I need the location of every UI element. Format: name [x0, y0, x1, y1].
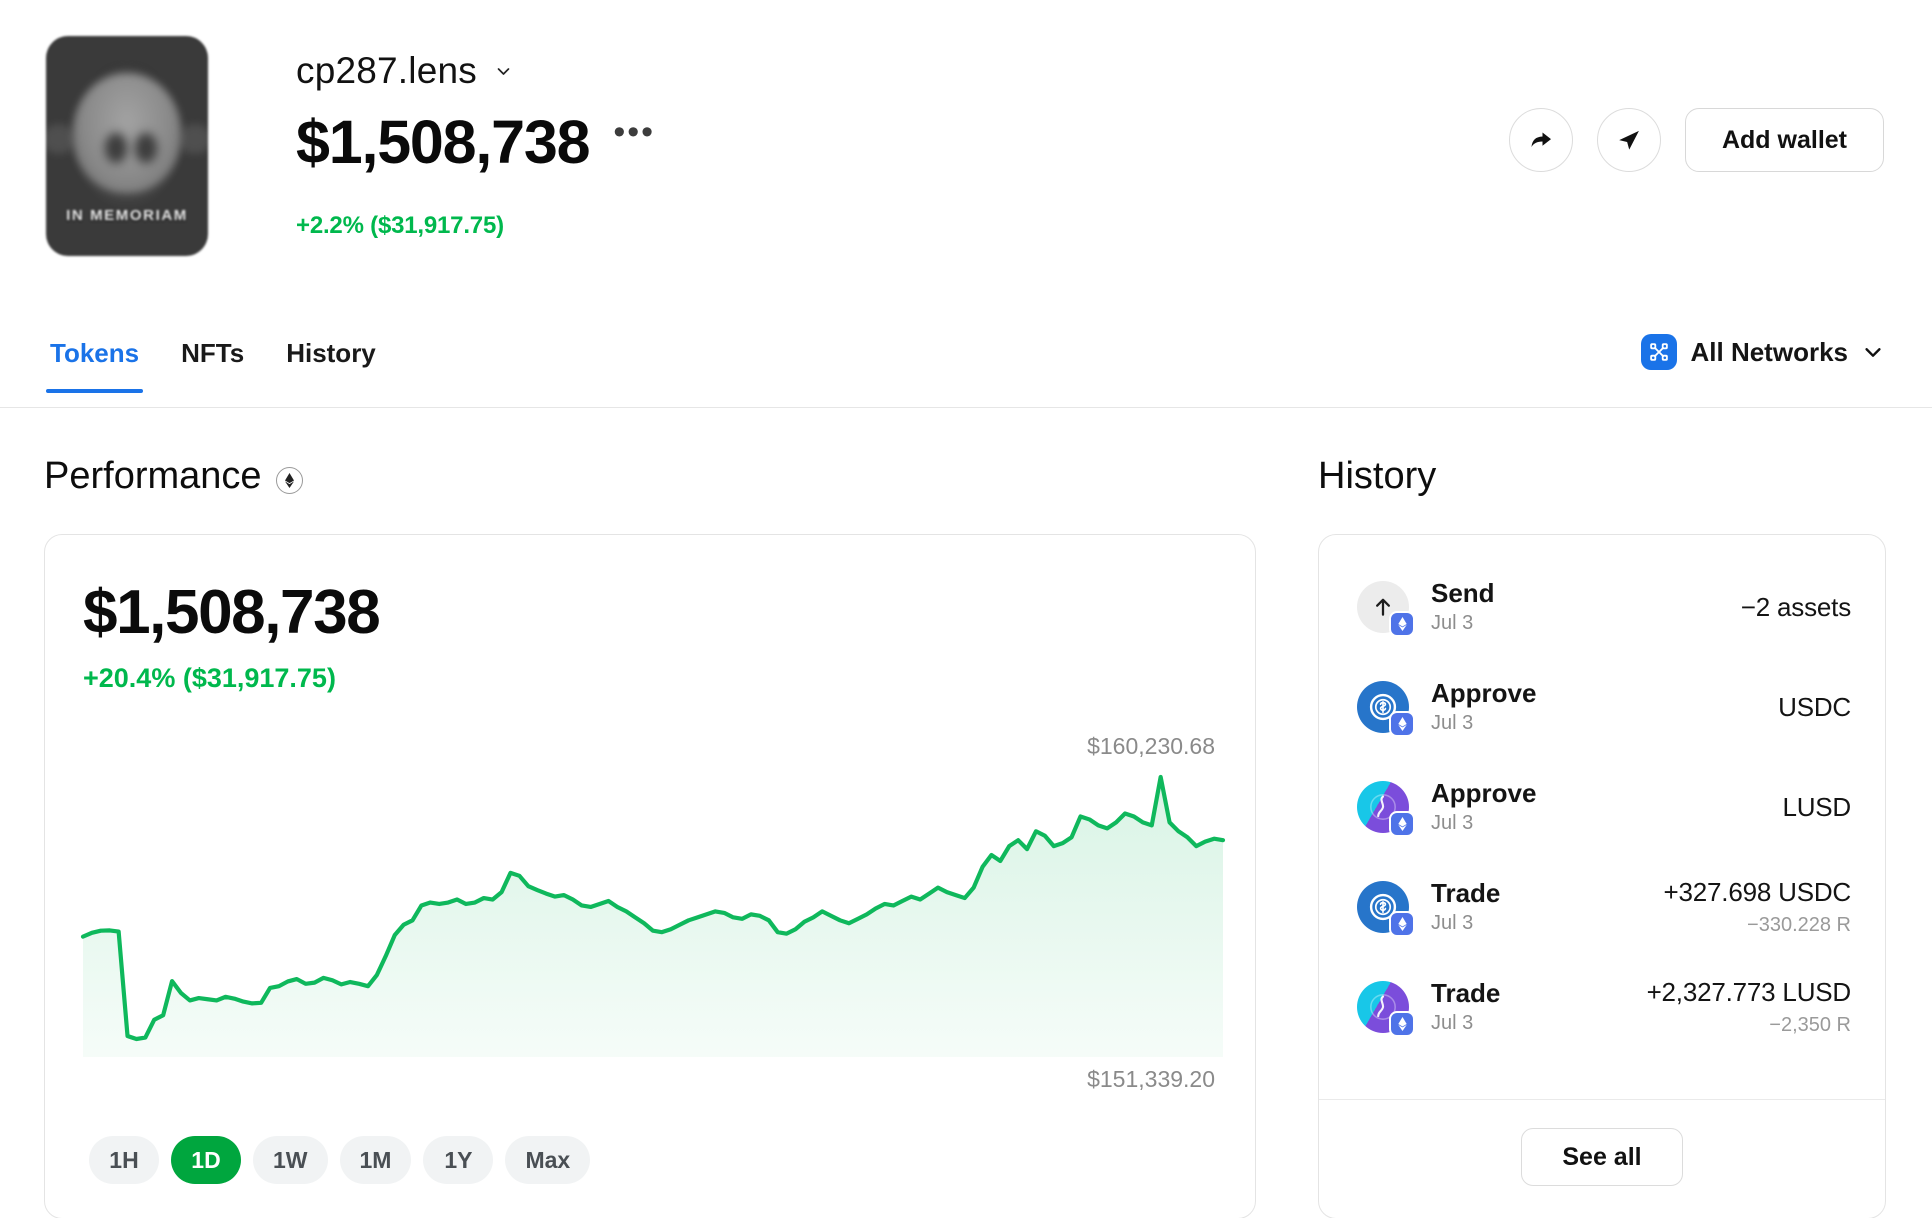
history-amount-main: +327.698 USDC: [1664, 877, 1851, 908]
ethereum-badge-icon: [1389, 1011, 1415, 1037]
history-amount-main: +2,327.773 LUSD: [1647, 977, 1851, 1008]
avatar-ear-left: [46, 124, 76, 154]
history-title-label: History: [1318, 455, 1436, 498]
history-row-trade-usdc[interactable]: Trade Jul 3 +327.698 USDC −330.228 R: [1319, 857, 1885, 957]
tab-history[interactable]: History: [282, 330, 380, 391]
history-divider: [1319, 1099, 1885, 1101]
ethereum-badge-icon: [1389, 711, 1415, 737]
range-1d[interactable]: 1D: [171, 1136, 241, 1184]
avatar-eye-right: [135, 133, 157, 163]
share-button[interactable]: [1509, 108, 1573, 172]
history-row-type: Approve: [1431, 779, 1782, 809]
ethereum-circle-icon[interactable]: [276, 467, 303, 494]
range-1m[interactable]: 1M: [340, 1136, 412, 1184]
history-row-approve-lusd[interactable]: Approve Jul 3 LUSD: [1319, 757, 1885, 857]
performance-chart[interactable]: $160,230.68 $151,339.20: [83, 767, 1223, 1057]
history-icon: [1357, 581, 1409, 633]
history-icon: [1357, 981, 1409, 1033]
history-row-amount: USDC: [1778, 692, 1851, 723]
see-all-wrap: See all: [1319, 1128, 1885, 1186]
history-row-trade-lusd[interactable]: Trade Jul 3 +2,327.773 LUSD −2,350 R: [1319, 957, 1885, 1057]
history-row-text: Trade Jul 3: [1431, 879, 1664, 936]
range-max[interactable]: Max: [505, 1136, 590, 1184]
ellipsis-icon[interactable]: •••: [613, 115, 655, 169]
account-name: cp287.lens: [296, 50, 477, 92]
range-1h[interactable]: 1H: [89, 1136, 159, 1184]
history-row-type: Send: [1431, 579, 1741, 609]
history-amount-main: LUSD: [1782, 792, 1851, 823]
network-filter[interactable]: All Networks: [1641, 334, 1885, 370]
performance-section-title: Performance: [44, 455, 303, 498]
total-balance: $1,508,738: [296, 110, 589, 174]
history-row-text: Approve Jul 3: [1431, 779, 1782, 836]
history-card: Send Jul 3 −2 assets: [1318, 534, 1886, 1218]
account-selector[interactable]: cp287.lens: [296, 50, 512, 92]
history-row-date: Jul 3: [1431, 812, 1782, 835]
performance-change: +20.4% ($31,917.75): [83, 663, 336, 694]
send-button[interactable]: [1597, 108, 1661, 172]
history-row-text: Trade Jul 3: [1431, 979, 1647, 1036]
tabs: Tokens NFTs History: [46, 330, 380, 391]
history-row-approve-usdc[interactable]: Approve Jul 3 USDC: [1319, 657, 1885, 757]
avatar-ear-right: [178, 124, 208, 154]
performance-card: $1,508,738 +20.4% ($31,917.75) $160,230.…: [44, 534, 1256, 1218]
history-amount-sub: −330.228 R: [1664, 914, 1851, 937]
balance-change: +2.2% ($31,917.75): [296, 212, 504, 240]
see-all-button[interactable]: See all: [1521, 1128, 1682, 1186]
history-section-title: History: [1318, 455, 1436, 498]
add-wallet-button[interactable]: Add wallet: [1685, 108, 1884, 172]
history-icon: [1357, 881, 1409, 933]
avatar-face: [73, 73, 181, 193]
tab-tokens[interactable]: Tokens: [46, 330, 143, 391]
history-row-date: Jul 3: [1431, 712, 1778, 735]
chart-low-label: $151,339.20: [1087, 1066, 1215, 1093]
tab-nfts[interactable]: NFTs: [177, 330, 248, 391]
history-row-amount: +2,327.773 LUSD −2,350 R: [1647, 977, 1851, 1037]
history-amount-main: −2 assets: [1741, 592, 1851, 623]
avatar[interactable]: IN MEMORIAM: [46, 36, 208, 256]
portfolio-page: IN MEMORIAM cp287.lens $1,508,738 ••• +2…: [0, 0, 1932, 1218]
history-list: Send Jul 3 −2 assets: [1319, 557, 1885, 1057]
chart-svg: [83, 767, 1223, 1057]
history-icon: [1357, 681, 1409, 733]
history-row-text: Send Jul 3: [1431, 579, 1741, 636]
page-header: IN MEMORIAM cp287.lens $1,508,738 ••• +2…: [0, 0, 1932, 270]
ethereum-badge-icon: [1389, 911, 1415, 937]
ethereum-badge-icon: [1389, 611, 1415, 637]
history-row-date: Jul 3: [1431, 912, 1664, 935]
performance-value: $1,508,738: [83, 577, 379, 648]
history-row-amount: −2 assets: [1741, 592, 1851, 623]
tab-bar: Tokens NFTs History All Networks: [0, 330, 1932, 408]
history-row-date: Jul 3: [1431, 1012, 1647, 1035]
share-arrow-icon: [1526, 125, 1556, 155]
history-amount-main: USDC: [1778, 692, 1851, 723]
time-range-selector: 1H 1D 1W 1M 1Y Max: [89, 1136, 590, 1184]
ethereum-badge-icon: [1389, 811, 1415, 837]
history-row-date: Jul 3: [1431, 612, 1741, 635]
avatar-eye-left: [105, 133, 127, 163]
chart-high-label: $160,230.68: [1087, 733, 1215, 760]
balance-row: $1,508,738 •••: [296, 110, 655, 174]
chevron-down-icon: [495, 63, 512, 80]
history-row-send[interactable]: Send Jul 3 −2 assets: [1319, 557, 1885, 657]
history-row-text: Approve Jul 3: [1431, 679, 1778, 736]
history-row-type: Trade: [1431, 979, 1647, 1009]
network-nodes-icon: [1641, 334, 1677, 370]
performance-title-label: Performance: [44, 455, 262, 498]
avatar-caption: IN MEMORIAM: [46, 207, 208, 224]
network-filter-label: All Networks: [1691, 337, 1849, 368]
range-1y[interactable]: 1Y: [423, 1136, 493, 1184]
chevron-down-icon: [1862, 341, 1884, 363]
history-icon: [1357, 781, 1409, 833]
history-amount-sub: −2,350 R: [1647, 1014, 1851, 1037]
history-row-type: Approve: [1431, 679, 1778, 709]
history-row-amount: LUSD: [1782, 792, 1851, 823]
header-actions: Add wallet: [1509, 108, 1884, 172]
range-1w[interactable]: 1W: [253, 1136, 328, 1184]
history-row-type: Trade: [1431, 879, 1664, 909]
send-paper-plane-icon: [1615, 126, 1643, 154]
history-row-amount: +327.698 USDC −330.228 R: [1664, 877, 1851, 937]
